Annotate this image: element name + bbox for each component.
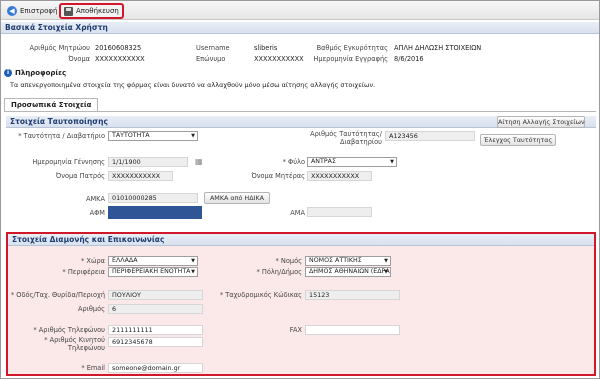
username-value: sliberis — [254, 44, 278, 52]
doc-type-select[interactable]: ΤΑΥΤΟΤΗΤΑ ▼ — [108, 131, 198, 141]
chevron-down-icon: ▼ — [384, 269, 388, 275]
father-name-label: Όνομα Πατρός — [55, 172, 105, 180]
street-field[interactable]: ΠΟΥΛΙΟΥ — [108, 290, 203, 300]
prefecture-select[interactable]: ΝΟΜΟΣ ΑΤΤΙΚΗΣ ▼ — [305, 256, 391, 266]
birth-date-field[interactable]: 1/1/1900 — [108, 157, 188, 167]
amka-field[interactable]: 01010000285 — [108, 193, 198, 203]
chevron-down-icon: ▼ — [191, 269, 195, 275]
amka-lookup-button[interactable]: ΑΜΚΑ από ΗΔΙΚΑ — [204, 192, 270, 204]
mother-name-label: Όνομα Μητέρας — [251, 172, 305, 180]
phone-field[interactable]: 2111111111 — [108, 325, 203, 335]
floppy-disk-icon — [64, 6, 73, 16]
info-heading: i Πληροφορίες — [4, 69, 66, 77]
save-button[interactable]: Αποθήκευση — [59, 3, 124, 19]
country-value: ΕΛΛΑΔΑ — [112, 257, 138, 264]
gender-label: * Φύλο — [282, 158, 305, 166]
postal-code-label: * Ταχυδρομικός Κώδικας — [219, 291, 302, 299]
street-number-label: Αριθμός — [77, 305, 105, 313]
doc-number-label-1: Αριθμός Ταυτότητας/ — [310, 130, 382, 138]
city-value: ΔΗΜΟΣ ΑΘΗΝΑΙΩΝ (ΕΔΡΑ — [309, 268, 390, 275]
country-label: * Χώρα — [81, 257, 105, 265]
prefecture-label: * Νομός — [275, 257, 302, 265]
username-label: Username — [196, 44, 230, 52]
doc-number-field[interactable]: A123456 — [385, 131, 475, 141]
chevron-down-icon: ▼ — [191, 133, 195, 139]
toolbar: ◀ Επιστροφή Αποθήκευση — [1, 1, 599, 20]
doc-type-label: * Ταυτότητα / Διαβατήριο — [18, 132, 105, 140]
last-name-label: Επώνυμο — [196, 55, 226, 63]
chevron-down-icon: ▼ — [191, 258, 195, 264]
city-label: * Πόλη/Δήμος — [256, 268, 302, 276]
chevron-down-icon: ▼ — [384, 258, 388, 264]
basic-info-header: Βασικά Στοιχεία Χρήστη — [1, 22, 599, 34]
residence-highlight-frame — [6, 232, 596, 376]
father-name-field[interactable]: XXXXXXXXXXX — [108, 171, 173, 181]
doc-type-value: ΤΑΥΤΟΤΗΤΑ — [112, 132, 150, 139]
birth-date-label: Ημερομηνία Γέννησης — [32, 158, 105, 166]
mobile-label-1: * Αριθμός Κινητού — [44, 336, 105, 344]
phone-label: * Αριθμός Τηλεφώνου — [33, 326, 105, 334]
email-label: * Email — [81, 364, 105, 372]
tab-personal-details[interactable]: Προσωπικά Στοιχεία — [4, 98, 99, 111]
last-name-value: XXXXXXXXXXX — [254, 55, 304, 63]
gender-value: ΑΝΤΡΑΣ — [311, 158, 336, 165]
postal-code-field[interactable]: 15123 — [305, 290, 400, 300]
ama-field[interactable] — [307, 207, 372, 217]
ama-label: ΑΜΑ — [290, 209, 305, 217]
mobile-label-2: Τηλεφώνου — [67, 344, 105, 352]
validity-value: ΑΠΛΗ ΔΗΛΩΣΗ ΣΤΟΙΧΕΙΩΝ — [394, 44, 482, 52]
region-select[interactable]: ΠΕΡΙΦΕΡΕΙΑΚΗ ΕΝΟΤΗΤΑ ▼ — [108, 267, 198, 277]
fax-field[interactable] — [305, 325, 400, 335]
request-change-button[interactable]: Αίτηση Αλλαγής Στοιχείων — [497, 116, 585, 128]
info-icon: i — [4, 69, 12, 77]
redacted-afm-field[interactable] — [108, 206, 202, 219]
residence-header: Στοιχεία Διαμονής και Επικοινωνίας — [8, 234, 594, 246]
region-label: * Περιφέρεια — [62, 268, 105, 276]
first-name-label: Όνομα — [68, 55, 90, 63]
prefecture-value: ΝΟΜΟΣ ΑΤΤΙΚΗΣ — [309, 257, 362, 264]
info-title: Πληροφορίες — [15, 69, 67, 77]
registry-number-label: Αριθμός Μητρώου — [29, 44, 90, 52]
street-number-field[interactable]: 6 — [108, 304, 203, 314]
back-button[interactable]: ◀ Επιστροφή — [4, 3, 60, 19]
registration-date-label: Ημερομηνία Εγγραφής — [313, 55, 388, 63]
back-arrow-icon: ◀ — [7, 6, 17, 16]
validity-label: Βαθμός Εγκυρότητας — [316, 44, 388, 52]
street-label: * Οδός/Ταχ. Θυρίδα/Περιοχή — [10, 291, 105, 299]
country-select[interactable]: ΕΛΛΑΔΑ ▼ — [108, 256, 198, 266]
save-label: Αποθήκευση — [76, 7, 119, 15]
gender-select[interactable]: ΑΝΤΡΑΣ ▼ — [307, 157, 397, 167]
mother-name-field[interactable]: XXXXXXXXXXX — [307, 171, 372, 181]
first-name-value: XXXXXXXXXXX — [95, 55, 145, 63]
region-value: ΠΕΡΙΦΕΡΕΙΑΚΗ ΕΝΟΤΗΤΑ — [112, 268, 191, 275]
registry-number-value: 20160608325 — [95, 44, 142, 52]
back-label: Επιστροφή — [20, 7, 58, 15]
mobile-field[interactable]: 6912345678 — [108, 337, 203, 347]
city-select[interactable]: ΔΗΜΟΣ ΑΘΗΝΑΙΩΝ (ΕΔΡΑ ▼ — [305, 267, 391, 277]
tab-divider — [4, 111, 596, 112]
email-field[interactable]: someone@domain.gr — [108, 363, 203, 373]
chevron-down-icon: ▼ — [390, 159, 394, 165]
info-text: Τα απενεργοποιημένα στοιχεία της φόρμας … — [10, 81, 376, 89]
registration-date-value: 8/6/2016 — [394, 55, 424, 63]
check-id-button[interactable]: Έλεγχος Ταυτότητας — [480, 134, 556, 146]
calendar-icon[interactable]: ▦ — [195, 157, 203, 166]
amka-label: ΑΜΚΑ — [85, 195, 105, 203]
fax-label: FAX — [289, 326, 302, 334]
afm-label: ΑΦΜ — [89, 209, 105, 217]
doc-number-label-2: Διαβατηρίου — [339, 138, 382, 146]
